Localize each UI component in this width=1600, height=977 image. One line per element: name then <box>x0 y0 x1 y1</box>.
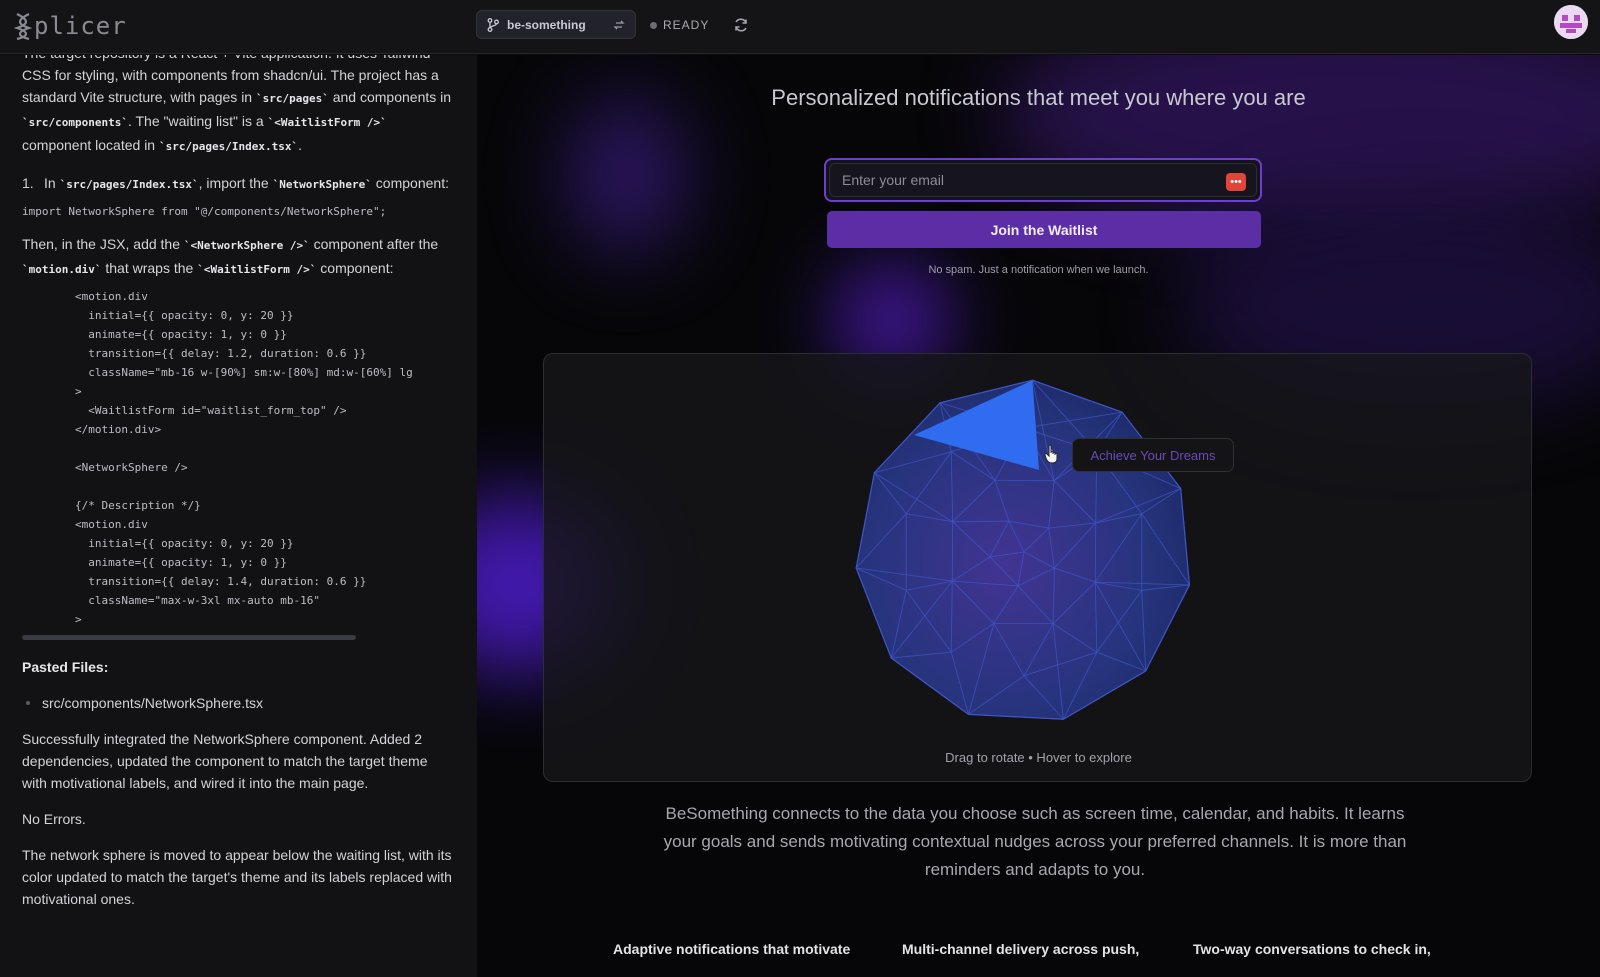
code-horizontal-scrollbar[interactable] <box>22 635 356 640</box>
inline-code: `<WaitlistForm />` <box>267 116 387 129</box>
status-dot-icon <box>650 21 657 29</box>
pasted-file-name: src/components/NetworkSphere.tsx <box>42 695 263 711</box>
user-avatar[interactable] <box>1554 5 1588 39</box>
feature-item: Multi-channel delivery across push, <box>902 941 1140 957</box>
code-line: > <box>22 385 82 398</box>
intro-text: . The "waiting list" is a <box>127 113 268 129</box>
logo-text: plicer <box>34 12 127 40</box>
inline-code: `src/pages` <box>255 92 329 105</box>
dna-icon <box>14 13 32 40</box>
step-item: 1. In `src/pages/Index.tsx`, import the … <box>22 172 455 196</box>
join-waitlist-button[interactable]: Join the Waitlist <box>827 211 1261 248</box>
inline-code: `src/components` <box>22 116 128 129</box>
final-message: The network sphere is moved to appear be… <box>22 847 452 907</box>
avatar-image <box>1554 5 1588 39</box>
network-sphere-card[interactable]: Achieve Your Dreams Drag to rotate • Hov… <box>543 353 1532 782</box>
code-block: <motion.div initial={{ opacity: 0, y: 20… <box>22 287 455 629</box>
swap-icon[interactable] <box>613 19 625 31</box>
feature-item: Adaptive notifications that motivate <box>613 941 851 957</box>
code-line: className="mb-16 w-[90%] sm:w-[80%] md:w… <box>22 366 413 379</box>
code-line: <WaitlistForm id="waitlist_form_top" /> <box>22 404 347 417</box>
code-line: > <box>22 613 82 626</box>
sphere-caption: Drag to rotate • Hover to explore <box>945 750 1132 765</box>
code-line: initial={{ opacity: 0, y: 20 }} <box>22 309 294 322</box>
intro-text: and components in <box>328 89 452 105</box>
app-logo[interactable]: plicer <box>14 10 127 42</box>
code-line: <motion.div <box>22 290 148 303</box>
chat-instruction: Then, in the JSX, add the `<NetworkSpher… <box>22 236 439 276</box>
import-code-line: import NetworkSphere from "@/components/… <box>22 205 387 218</box>
pasted-file-item[interactable]: src/components/NetworkSphere.tsx <box>22 692 455 714</box>
code-line: <NetworkSphere /> <box>22 461 188 474</box>
inline-code: `src/pages/Index.tsx` <box>158 140 299 153</box>
code-line: className="max-w-3xl mx-auto mb-16" <box>22 594 321 607</box>
code-line: animate={{ opacity: 1, y: 0 }} <box>22 556 287 569</box>
refresh-button[interactable] <box>730 14 752 36</box>
chat-panel[interactable]: The target repository is a React + Vite … <box>0 55 477 977</box>
step-number: 1. <box>22 175 34 191</box>
refresh-icon <box>735 18 747 32</box>
hand-pointer-icon <box>1044 444 1058 464</box>
deploy-status: READY <box>650 14 709 36</box>
intro-text: component located in <box>22 137 159 153</box>
email-input[interactable] <box>829 163 1257 197</box>
intro-text: . <box>298 137 302 153</box>
hero-title: Personalized notifications that meet you… <box>771 85 1306 110</box>
top-bar: plicer be-something READY <box>0 0 1600 54</box>
git-branch-icon <box>487 17 499 32</box>
no-spam-note: No spam. Just a notification when we lau… <box>928 264 1149 276</box>
network-sphere[interactable] <box>544 354 1532 782</box>
branch-selector[interactable]: be-something <box>476 10 636 39</box>
chat-intro: The target repository is a React + Vite … <box>22 55 455 158</box>
step-text: In `src/pages/Index.tsx`, import the `Ne… <box>44 175 449 191</box>
code-line: </motion.div> <box>22 423 162 436</box>
sphere-node-tooltip: Achieve Your Dreams <box>1072 438 1234 472</box>
branch-name: be-something <box>507 17 586 32</box>
pasted-files-title: Pasted Files: <box>22 659 109 675</box>
preview-pane[interactable]: Personalized notifications that meet you… <box>477 55 1600 977</box>
bullet-icon <box>26 701 30 705</box>
background-glow <box>567 95 687 255</box>
status-label: READY <box>663 18 710 32</box>
email-field-wrapper: ••• <box>824 158 1262 202</box>
code-line: <motion.div <box>22 518 148 531</box>
code-line: animate={{ opacity: 1, y: 0 }} <box>22 328 287 341</box>
password-manager-icon[interactable]: ••• <box>1226 173 1246 191</box>
no-errors-message: No Errors. <box>22 811 86 827</box>
code-line: initial={{ opacity: 0, y: 20 }} <box>22 537 294 550</box>
product-description: BeSomething connects to the data you cho… <box>663 804 1407 879</box>
success-message: Successfully integrated the NetworkSpher… <box>22 731 428 791</box>
code-line: transition={{ delay: 1.2, duration: 0.6 … <box>22 347 367 360</box>
feature-item: Two-way conversations to check in, <box>1193 941 1431 957</box>
code-line: {/* Description */} <box>22 499 201 512</box>
code-line: transition={{ delay: 1.4, duration: 0.6 … <box>22 575 367 588</box>
